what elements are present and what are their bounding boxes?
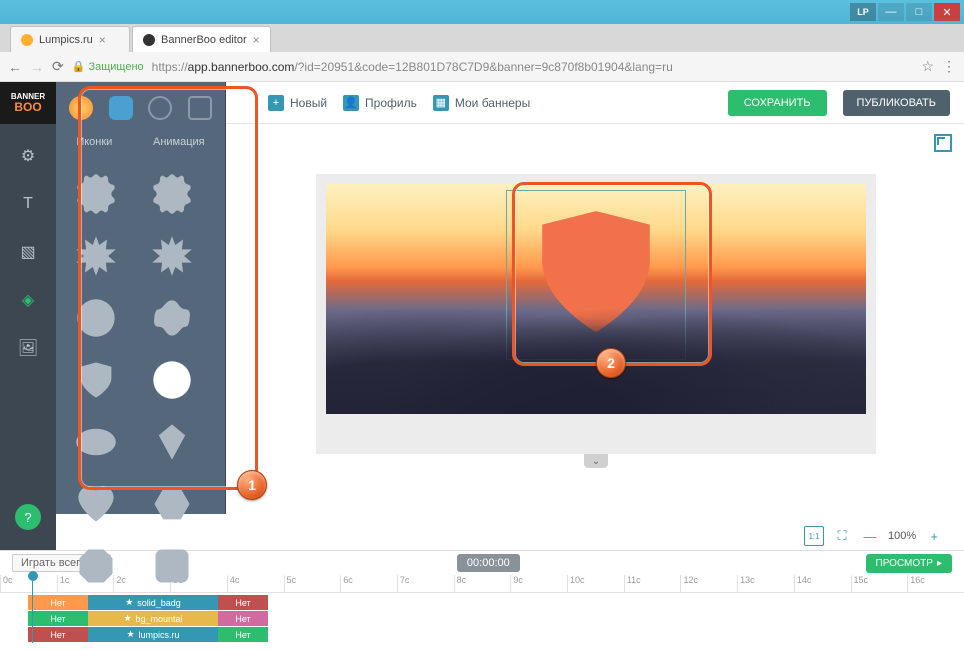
ruler-tick: 13c	[737, 575, 794, 592]
shape-quatrefoil[interactable]	[146, 292, 198, 344]
timeline-tracks: Нет★solid_badgНет Нет★bg_mountaiНет Нет★…	[0, 593, 964, 645]
left-toolbar: ⚙ T ▧ ◈ 🖼 ?	[0, 124, 56, 550]
ruler-tick: 15c	[851, 575, 908, 592]
tab-icons[interactable]: Иконки	[68, 132, 120, 152]
zoom-in-icon[interactable]: +	[924, 526, 944, 546]
color-swatch-icon[interactable]	[109, 96, 133, 120]
nav-back-icon[interactable]: ←	[8, 59, 22, 75]
timecode-display: 00:00:00	[457, 554, 520, 572]
ruler-tick: 12c	[680, 575, 737, 592]
browser-menu-icon[interactable]: ⋮	[942, 58, 956, 75]
ruler-tick: 11c	[624, 575, 681, 592]
bookmark-icon[interactable]: ☆	[921, 58, 934, 75]
help-button[interactable]: ?	[15, 504, 41, 530]
ruler-tick: 7c	[397, 575, 454, 592]
ruler-tick: 10c	[567, 575, 624, 592]
grid-icon: ▦	[433, 95, 449, 111]
save-button[interactable]: СОХРАНИТЬ	[728, 90, 827, 116]
expand-chevron-icon[interactable]: ⌄	[584, 454, 608, 468]
shape-starburst[interactable]	[70, 230, 122, 282]
zoom-ratio-button[interactable]: 1:1	[804, 526, 824, 546]
annotation-badge-1: 1	[237, 470, 267, 500]
browser-tab[interactable]: BannerBoo editor ×	[132, 26, 271, 52]
star-icon: ★	[123, 613, 131, 624]
zoom-controls: 1:1 ⛶ — 100% +	[794, 522, 964, 550]
window-maximize[interactable]: □	[906, 3, 932, 21]
shape-scallop-badge[interactable]	[70, 168, 122, 220]
tab-title: Lumpics.ru	[39, 34, 93, 46]
fit-screen-icon[interactable]	[934, 134, 952, 152]
shapes-tool-icon[interactable]: ◈	[16, 288, 40, 312]
ruler-tick: 4c	[227, 575, 284, 592]
panel-header	[56, 82, 225, 124]
settings-tool-icon[interactable]: ⚙	[16, 144, 40, 168]
nav-forward-icon[interactable]: →	[30, 59, 44, 75]
shape-starburst[interactable]	[146, 230, 198, 282]
stage-wrapper: ⌄	[316, 174, 876, 454]
shape-ellipse[interactable]	[70, 416, 122, 468]
ruler-tick: 8c	[454, 575, 511, 592]
app-logo[interactable]: BANNERBOO	[0, 82, 56, 124]
track-row[interactable]: Нет★lumpics.ruНет	[28, 627, 964, 642]
shape-octagon[interactable]	[70, 540, 122, 592]
person-icon: 👤	[343, 95, 359, 111]
ruler-tick: 5c	[284, 575, 341, 592]
shape-diamond[interactable]	[146, 416, 198, 468]
tab-close-icon[interactable]: ×	[99, 33, 106, 47]
shapes-panel: Иконки Анимация	[56, 82, 226, 514]
zoom-out-icon[interactable]: —	[860, 526, 880, 546]
color-swatch-icon[interactable]	[69, 96, 93, 120]
plus-icon: +	[268, 95, 284, 111]
window-titlebar: LP — □ ✕	[0, 0, 964, 24]
color-swatch-icon[interactable]	[188, 96, 212, 120]
shape-circle-white[interactable]	[146, 354, 198, 406]
shapes-grid	[56, 160, 225, 600]
tab-title: BannerBoo editor	[161, 34, 247, 46]
window-minimize[interactable]: —	[878, 3, 904, 21]
text-tool-icon[interactable]: T	[16, 192, 40, 216]
play-icon: ▸	[937, 558, 942, 569]
pattern-tool-icon[interactable]: ▧	[16, 240, 40, 264]
shape-hexagon[interactable]	[146, 478, 198, 530]
panel-tabs: Иконки Анимация	[56, 124, 225, 160]
star-icon: ★	[126, 629, 134, 640]
ruler-tick: 14c	[794, 575, 851, 592]
canvas-stage[interactable]	[326, 184, 866, 414]
shape-heart[interactable]	[70, 478, 122, 530]
tab-animation[interactable]: Анимация	[145, 132, 213, 152]
ruler-tick: 9c	[510, 575, 567, 592]
tab-close-icon[interactable]: ×	[253, 33, 260, 47]
address-bar: ← → ⟳ 🔒 Защищено https://app.bannerboo.c…	[0, 52, 964, 82]
ruler-tick: 6c	[340, 575, 397, 592]
publish-button[interactable]: ПУБЛИКОВАТЬ	[843, 90, 950, 116]
new-button[interactable]: +Новый	[268, 95, 327, 111]
profile-button[interactable]: 👤Профиль	[343, 95, 417, 111]
zoom-value: 100%	[888, 530, 916, 542]
nav-reload-icon[interactable]: ⟳	[52, 58, 64, 75]
browser-tab[interactable]: Lumpics.ru ×	[10, 26, 130, 52]
window-close[interactable]: ✕	[934, 3, 960, 21]
track-row[interactable]: Нет★bg_mountaiНет	[28, 611, 964, 626]
shape-scallop-badge[interactable]	[146, 168, 198, 220]
preview-button[interactable]: ПРОСМОТР▸	[866, 554, 952, 573]
ruler-tick: 16c	[907, 575, 964, 592]
lp-button[interactable]: LP	[850, 3, 876, 21]
url-display[interactable]: https://app.bannerboo.com/?id=20951&code…	[152, 60, 914, 74]
image-tool-icon[interactable]: 🖼	[16, 336, 40, 360]
color-swatch-icon[interactable]	[148, 96, 172, 120]
shape-circle[interactable]	[70, 292, 122, 344]
annotation-badge-2: 2	[596, 348, 626, 378]
selected-shield-object[interactable]	[506, 190, 686, 360]
favicon-icon	[21, 34, 33, 46]
banners-button[interactable]: ▦Мои баннеры	[433, 95, 530, 111]
browser-tabbar: Lumpics.ru × BannerBoo editor ×	[0, 24, 964, 52]
scrubber-handle[interactable]	[28, 571, 38, 581]
fullscreen-icon[interactable]: ⛶	[832, 526, 852, 546]
favicon-icon	[143, 34, 155, 46]
secure-badge: 🔒 Защищено	[72, 60, 144, 73]
shape-shield[interactable]	[70, 354, 122, 406]
shape-rounded-square[interactable]	[146, 540, 198, 592]
